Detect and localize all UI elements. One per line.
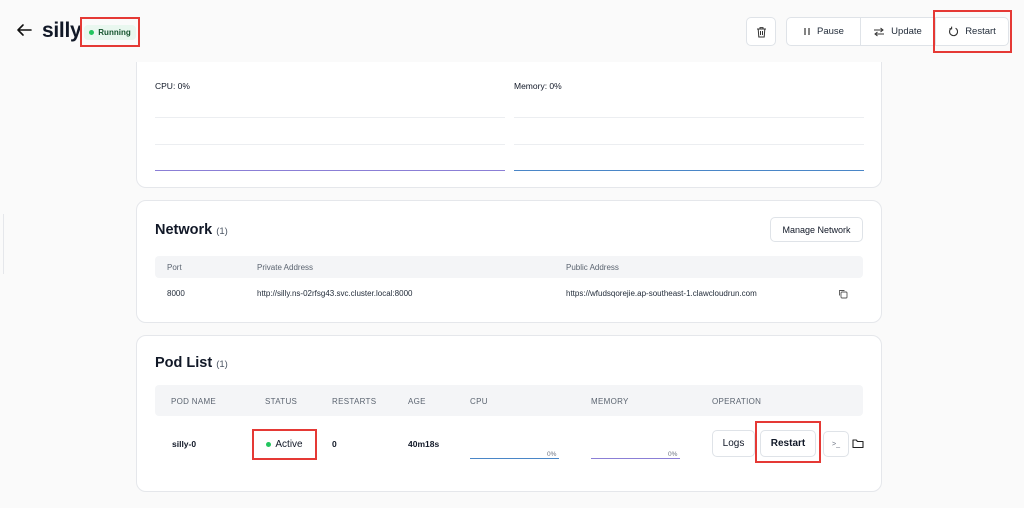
- restart-button[interactable]: Restart: [935, 17, 1009, 46]
- active-status-dot: [266, 442, 272, 447]
- update-label: Update: [891, 26, 922, 37]
- col-cpu: CPU: [470, 397, 488, 406]
- trash-icon: [756, 26, 767, 38]
- delete-button[interactable]: [746, 17, 776, 46]
- status-label: Running: [98, 27, 131, 37]
- col-restarts: RESTARTS: [332, 397, 377, 406]
- pod-status-highlight: Active: [252, 429, 317, 460]
- memory-gridline: [514, 144, 864, 145]
- pod-list-title: Pod List (1): [155, 355, 228, 371]
- memory-gridline: [514, 117, 864, 118]
- pod-memory-percent: 0%: [668, 451, 678, 458]
- pause-icon: [803, 27, 811, 36]
- port-value: 8000: [167, 289, 185, 298]
- restart-icon: [948, 26, 959, 37]
- monitor-card: CPU: 0% Memory: 0%: [136, 62, 882, 188]
- copy-icon[interactable]: [837, 288, 848, 299]
- network-title-text: Network: [155, 222, 213, 238]
- pause-button[interactable]: Pause: [786, 17, 861, 46]
- status-badge: Running: [84, 24, 136, 40]
- side-edge: [0, 214, 4, 274]
- col-port: Port: [167, 263, 182, 272]
- memory-chart-line: [514, 170, 864, 171]
- col-operation: OPERATION: [712, 397, 762, 406]
- cpu-chart-line: [155, 170, 505, 171]
- update-button[interactable]: Update: [860, 17, 935, 46]
- pod-cpu-bar: [470, 458, 559, 459]
- pod-cpu-percent: 0%: [547, 451, 557, 458]
- pod-restarts: 0: [332, 439, 337, 449]
- col-status: STATUS: [265, 397, 298, 406]
- network-title: Network (1): [155, 222, 228, 238]
- cpu-gridline: [155, 144, 505, 145]
- restart-label: Restart: [965, 26, 996, 37]
- pod-count: (1): [216, 359, 228, 370]
- folder-icon[interactable]: [851, 436, 865, 450]
- pod-restart-button[interactable]: Restart: [760, 430, 816, 457]
- terminal-icon: >_: [832, 440, 840, 448]
- col-pod-name: POD NAME: [171, 397, 217, 406]
- network-table-header: Port Private Address Public Address: [155, 256, 863, 278]
- public-address-link[interactable]: https://wfudsqorejie.ap-southeast-1.claw…: [566, 289, 757, 298]
- back-arrow-icon[interactable]: [14, 20, 34, 40]
- logs-button[interactable]: Logs: [712, 430, 755, 457]
- manage-network-button[interactable]: Manage Network: [770, 217, 863, 242]
- pod-table-header: POD NAME STATUS RESTARTS AGE CPU MEMORY …: [155, 385, 863, 416]
- terminal-button[interactable]: >_: [823, 431, 849, 457]
- col-private-address: Private Address: [257, 263, 314, 272]
- private-address-value[interactable]: http://silly.ns-02rfsg43.svc.cluster.loc…: [257, 289, 412, 298]
- col-age: AGE: [408, 397, 426, 406]
- network-card: Network (1) Manage Network Port Private A…: [136, 200, 882, 323]
- cpu-gridline: [155, 117, 505, 118]
- pause-label: Pause: [817, 26, 844, 37]
- pod-list-title-text: Pod List: [155, 355, 213, 371]
- col-public-address: Public Address: [566, 263, 619, 272]
- status-dot: [89, 29, 95, 35]
- cpu-metric-label: CPU: 0%: [155, 81, 190, 91]
- pod-list-card: Pod List (1) POD NAME STATUS RESTARTS AGE…: [136, 335, 882, 492]
- col-memory: MEMORY: [591, 397, 629, 406]
- pod-age: 40m18s: [408, 439, 440, 449]
- status-highlight: Running: [80, 17, 140, 47]
- pod-name: silly-0: [172, 439, 197, 449]
- network-count: (1): [216, 226, 228, 237]
- pod-status-label: Active: [275, 439, 303, 450]
- swap-arrows-icon: [873, 27, 885, 37]
- memory-metric-label: Memory: 0%: [514, 81, 562, 91]
- app-title: silly: [42, 19, 82, 42]
- pod-memory-bar: [591, 458, 680, 459]
